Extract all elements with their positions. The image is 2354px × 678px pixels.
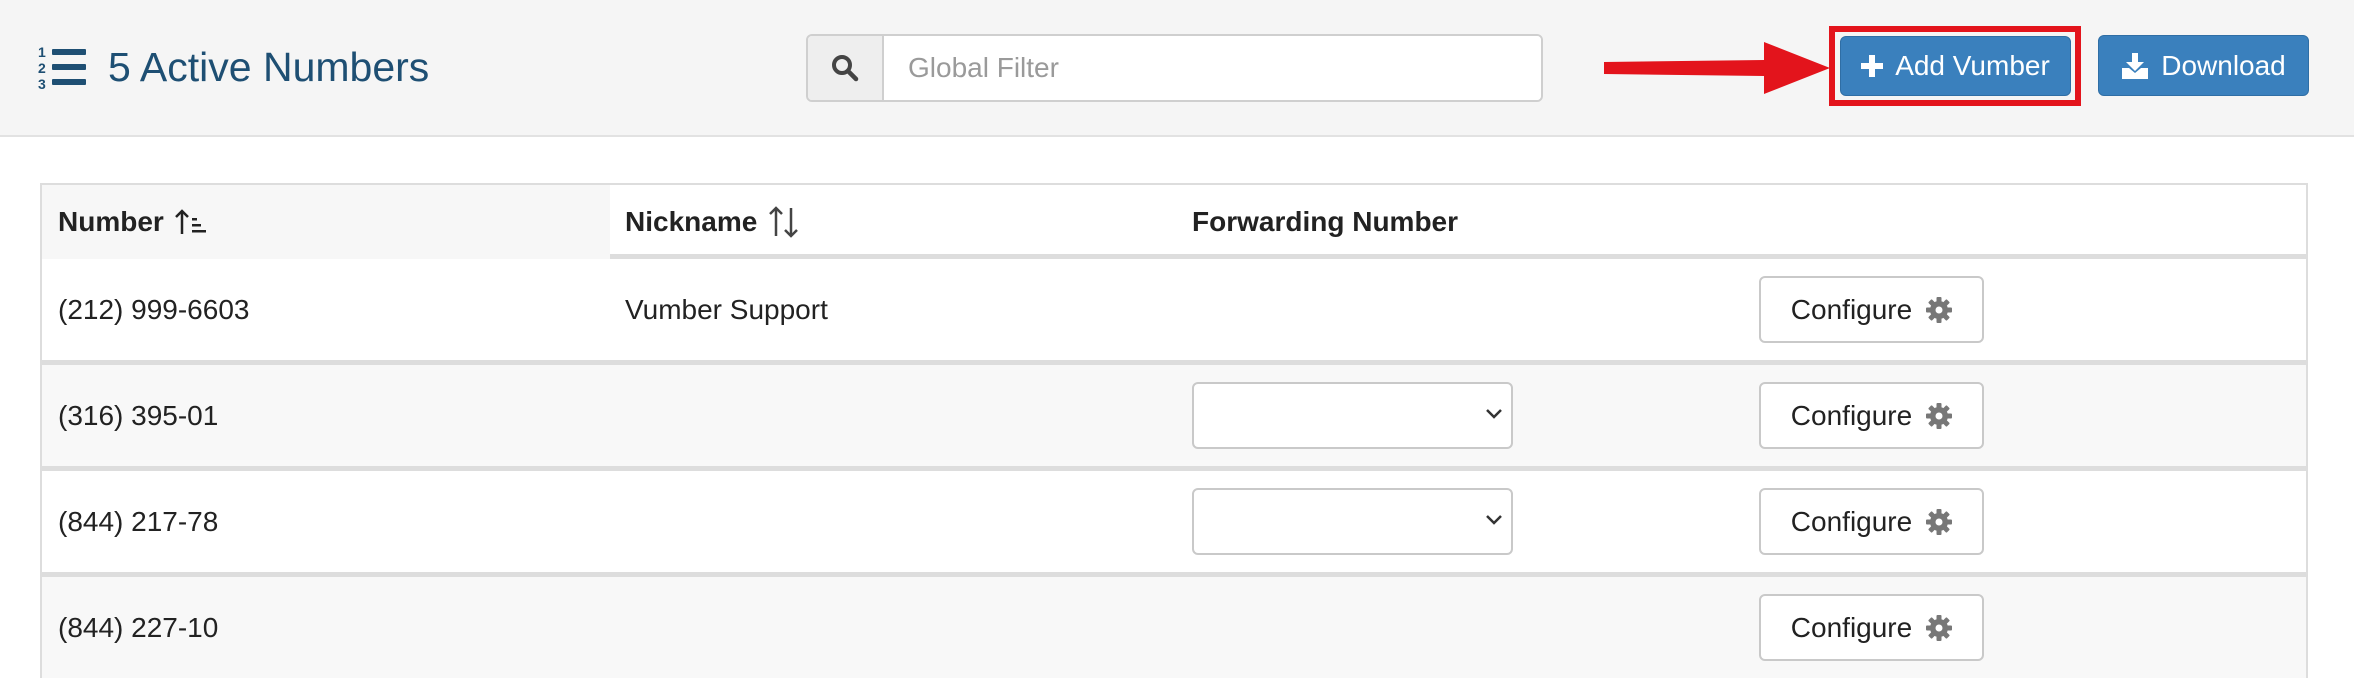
table-row: (316) 395-01 Configure bbox=[42, 365, 2306, 471]
search-addon bbox=[808, 36, 884, 100]
table-header: Number Nickname Forwarding Number bbox=[42, 185, 2306, 259]
forwarding-select[interactable] bbox=[1192, 488, 1513, 555]
svg-text:3: 3 bbox=[38, 76, 46, 90]
nickname-cell: Vumber Support bbox=[625, 293, 828, 325]
red-arrow-annotation bbox=[1604, 42, 1830, 94]
download-button[interactable]: Download bbox=[2098, 35, 2309, 96]
sort-ascending-icon bbox=[174, 209, 206, 234]
action-cell: Configure bbox=[1759, 577, 1984, 678]
chevron-down-icon bbox=[1486, 515, 1502, 525]
gear-icon bbox=[1926, 508, 1953, 535]
numbers-table: Number Nickname Forwarding Number (212) bbox=[40, 183, 2308, 678]
number-cell: (844) 217-78 bbox=[58, 505, 219, 537]
plus-icon bbox=[1861, 55, 1884, 77]
action-cell: Configure bbox=[1759, 365, 1984, 466]
page-title: 5 Active Numbers bbox=[108, 44, 430, 90]
sort-unsorted-icon bbox=[769, 206, 799, 238]
download-icon bbox=[2122, 52, 2149, 79]
action-cell: Configure bbox=[1759, 259, 1984, 360]
forwarding-cell bbox=[1192, 365, 1513, 466]
action-cell: Configure bbox=[1759, 471, 1984, 572]
number-cell: (212) 999-6603 bbox=[58, 293, 250, 325]
table-row: (844) 227-10 Configure bbox=[42, 577, 2306, 678]
number-cell: (844) 227-10 bbox=[58, 611, 219, 643]
add-vumber-label: Add Vumber bbox=[1895, 50, 2050, 81]
chevron-down-icon bbox=[1486, 409, 1502, 419]
svg-text:2: 2 bbox=[38, 60, 46, 76]
forwarding-cell bbox=[1192, 471, 1513, 572]
forwarding-select[interactable] bbox=[1192, 382, 1513, 449]
svg-text:1: 1 bbox=[38, 44, 46, 60]
configure-button[interactable]: Configure bbox=[1759, 382, 1984, 449]
column-header-forwarding: Forwarding Number bbox=[1192, 206, 1459, 237]
table-row: (212) 999-6603 Vumber Support Configure bbox=[42, 259, 2306, 365]
ordered-list-icon: 1 2 3 bbox=[38, 44, 86, 90]
number-cell: (316) 395-01 bbox=[58, 399, 219, 431]
add-vumber-button[interactable]: Add Vumber bbox=[1840, 36, 2071, 96]
gear-icon bbox=[1926, 614, 1953, 641]
global-filter-input[interactable] bbox=[884, 36, 1541, 100]
table-row: (844) 217-78 Configure bbox=[42, 471, 2306, 577]
download-label: Download bbox=[2161, 49, 2286, 81]
gear-icon bbox=[1926, 402, 1953, 429]
page-header: 1 2 3 5 Active Numbers Add Vumber bbox=[0, 0, 2354, 137]
column-header-nickname[interactable]: Nickname bbox=[625, 185, 801, 259]
column-header-number[interactable]: Number bbox=[42, 185, 610, 259]
configure-button[interactable]: Configure bbox=[1759, 594, 1984, 661]
gear-icon bbox=[1926, 296, 1953, 323]
search-icon bbox=[832, 55, 859, 82]
global-filter bbox=[806, 34, 1543, 102]
configure-button[interactable]: Configure bbox=[1759, 488, 1984, 555]
configure-button[interactable]: Configure bbox=[1759, 276, 1984, 343]
